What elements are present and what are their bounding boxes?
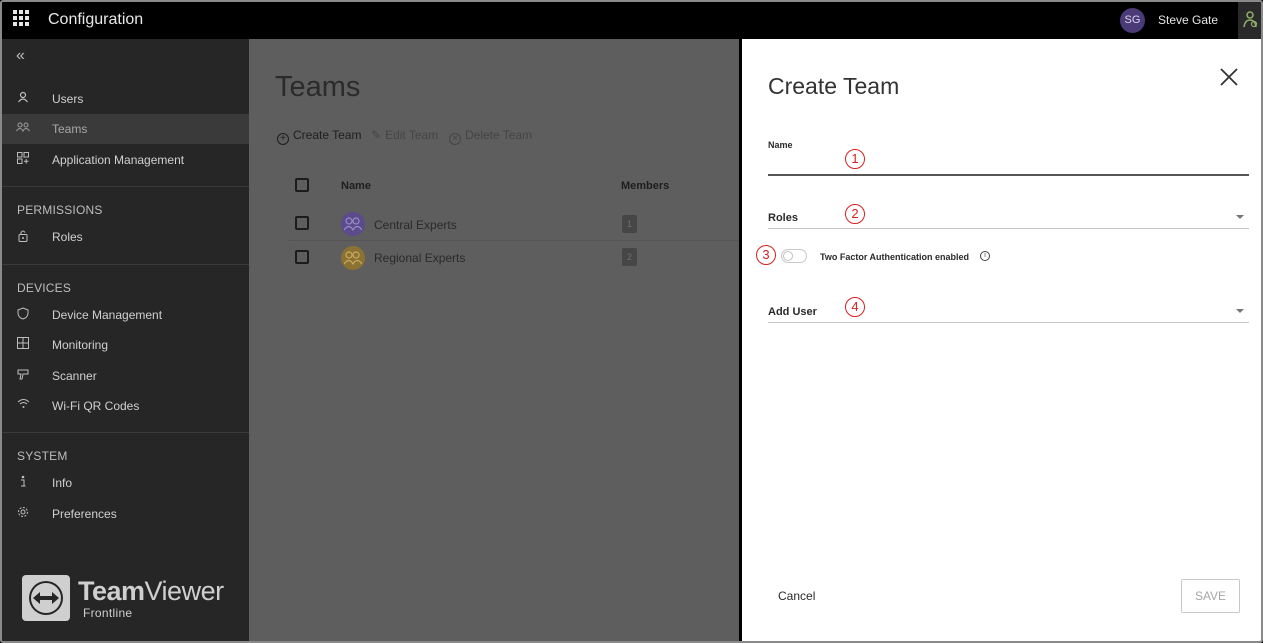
add-user-field-label: Add User (768, 306, 817, 318)
shield-icon (16, 307, 30, 321)
sidebar-item-label: Preferences (52, 507, 117, 521)
select-all-checkbox[interactable] (295, 178, 309, 192)
logo-name-bold: Team (78, 576, 145, 606)
sidebar-item-device-management[interactable]: Device Management (2, 300, 249, 330)
logo-wordmark: TeamViewer (78, 576, 224, 607)
sidebar-item-label: Application Management (52, 153, 185, 167)
divider (2, 432, 249, 433)
pencil-icon: ✎ (371, 128, 382, 142)
sidebar: « Users Teams Application Management PER… (2, 39, 249, 641)
sidebar-item-label: Wi-Fi QR Codes (52, 399, 140, 413)
column-header-members[interactable]: Members (621, 180, 669, 192)
row-checkbox[interactable] (295, 216, 309, 230)
delete-team-button[interactable]: × Delete Team (449, 128, 532, 145)
sidebar-item-preferences[interactable]: Preferences (2, 499, 249, 529)
monitoring-grid-icon (16, 337, 30, 351)
row-divider (289, 240, 739, 241)
sidebar-item-info[interactable]: Info (2, 468, 249, 498)
sidebar-item-users[interactable]: Users (2, 84, 249, 114)
column-header-name[interactable]: Name (341, 180, 371, 192)
close-icon[interactable] (1218, 66, 1240, 88)
sidebar-item-label: Users (52, 92, 84, 106)
info-icon[interactable]: i (980, 251, 990, 261)
divider (2, 264, 249, 265)
annotation-marker: 4 (845, 297, 865, 317)
delete-circle-icon: × (449, 133, 461, 145)
divider (2, 186, 249, 187)
row-checkbox[interactable] (295, 250, 309, 264)
roles-dropdown-chevron-icon[interactable] (1236, 215, 1244, 219)
user-icon (16, 91, 30, 105)
logo-mark-icon (22, 575, 70, 621)
create-team-label: Create Team (293, 128, 362, 142)
teamviewer-logo: TeamViewer Frontline (22, 575, 232, 625)
annotation-marker: 3 (756, 245, 776, 265)
team-name[interactable]: Regional Experts (374, 251, 465, 265)
section-heading-system: SYSTEM (17, 449, 68, 463)
save-button[interactable]: SAVE (1181, 579, 1240, 613)
annotation-marker: 2 (845, 204, 865, 224)
scanner-icon (16, 368, 30, 382)
sidebar-item-scanner[interactable]: Scanner (2, 361, 249, 391)
delete-team-label: Delete Team (465, 128, 533, 142)
page-title: Teams (275, 71, 361, 103)
add-user-dropdown-chevron-icon[interactable] (1236, 309, 1244, 313)
sidebar-item-label: Roles (52, 230, 83, 244)
members-count-badge: 2 (622, 248, 637, 266)
name-field-label: Name (768, 140, 793, 150)
user-name[interactable]: Steve Gate (1158, 13, 1218, 27)
toggle-knob (783, 251, 793, 261)
product-icon[interactable] (1238, 2, 1261, 39)
team-name[interactable]: Central Experts (374, 218, 457, 232)
create-team-panel: Create Team Name 1 Roles 2 3 Two Factor … (739, 39, 1261, 641)
annotation-marker: 1 (845, 149, 865, 169)
logo-subtitle: Frontline (83, 606, 133, 620)
teams-page: Teams + Create Team ✎ Edit Team × Delete Te… (249, 39, 739, 641)
app-title: Configuration (48, 11, 144, 28)
info-icon (16, 475, 30, 489)
plus-circle-icon: + (277, 133, 289, 145)
collapse-sidebar-icon[interactable]: « (16, 47, 25, 65)
teams-icon (16, 121, 30, 135)
sidebar-item-monitoring[interactable]: Monitoring (2, 330, 249, 360)
wifi-icon (16, 398, 30, 412)
create-team-button[interactable]: + Create Team (277, 128, 361, 145)
section-heading-permissions: PERMISSIONS (17, 203, 103, 217)
cancel-button[interactable]: Cancel (778, 589, 815, 603)
app-launcher-icon[interactable] (13, 10, 29, 26)
panel-title: Create Team (768, 73, 900, 99)
sidebar-item-label: Monitoring (52, 338, 109, 352)
two-factor-toggle[interactable] (781, 249, 807, 263)
team-avatar (341, 212, 365, 236)
edit-team-label: Edit Team (385, 128, 439, 142)
sidebar-item-label: Teams (52, 122, 88, 136)
gear-icon (16, 506, 30, 520)
roles-field-label: Roles (768, 212, 798, 224)
roles-select[interactable] (768, 228, 1249, 229)
name-input[interactable] (768, 174, 1249, 176)
section-heading-devices: DEVICES (17, 281, 72, 295)
logo-name-light: Viewer (144, 576, 225, 606)
app-window: Configuration SG Steve Gate « Users Team… (0, 0, 1263, 643)
sidebar-item-label: Scanner (52, 369, 97, 383)
sidebar-item-teams[interactable]: Teams (2, 114, 249, 144)
two-factor-label: Two Factor Authentication enabled (820, 252, 970, 262)
sidebar-item-label: Device Management (52, 308, 163, 322)
add-user-select[interactable] (768, 322, 1249, 323)
sidebar-item-wifi-qr-codes[interactable]: Wi-Fi QR Codes (2, 391, 249, 421)
lock-icon (16, 229, 30, 243)
members-count-badge: 1 (622, 215, 637, 233)
sidebar-item-label: Info (52, 476, 73, 490)
sidebar-item-application-management[interactable]: Application Management (2, 145, 249, 175)
team-avatar (341, 246, 365, 270)
apps-icon (16, 152, 30, 166)
sidebar-item-roles[interactable]: Roles (2, 222, 249, 252)
user-avatar[interactable]: SG (1120, 8, 1145, 33)
top-bar: Configuration SG Steve Gate (2, 2, 1261, 39)
edit-team-button[interactable]: ✎ Edit Team (371, 128, 438, 142)
